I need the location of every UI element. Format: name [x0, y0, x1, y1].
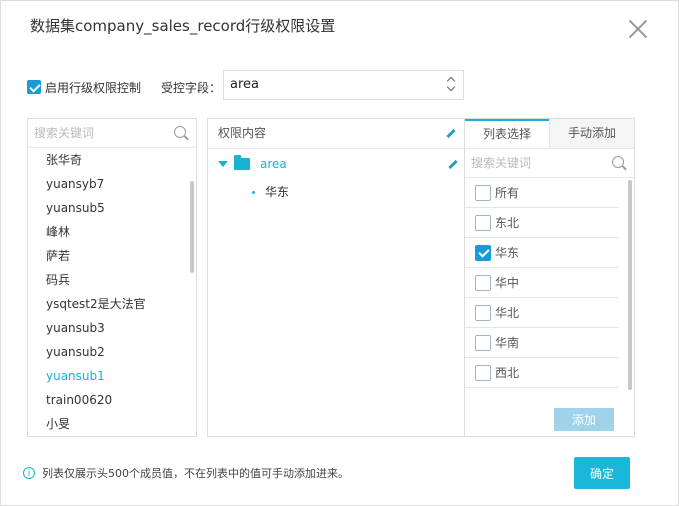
tab-manual-add[interactable]: 手动添加 — [549, 119, 634, 148]
option-label: 所有 — [495, 186, 520, 200]
option-checkbox[interactable] — [475, 304, 491, 321]
user-list-item[interactable]: yuansub5 — [28, 196, 196, 220]
option-label: 东北 — [495, 216, 520, 230]
folder-open-icon — [234, 155, 250, 170]
value-option[interactable]: 华北 — [465, 298, 619, 328]
confirm-button[interactable]: 确定 — [574, 457, 630, 489]
tree-node-root[interactable]: area — [218, 155, 287, 171]
option-label: 华北 — [495, 306, 520, 320]
footer-note-text: 列表仅展示头500个成员值，不在列表中的值可手动添加进来。 — [42, 467, 349, 480]
option-checkbox[interactable] — [475, 274, 491, 291]
option-checkbox[interactable] — [475, 214, 491, 231]
field-select[interactable]: area — [223, 70, 464, 100]
user-list-item[interactable]: ysqtest2是大法官 — [28, 292, 196, 316]
search-icon[interactable] — [612, 156, 624, 168]
close-icon[interactable] — [628, 19, 648, 39]
tab-list-select[interactable]: 列表选择 — [465, 119, 549, 148]
field-select-value: area — [230, 77, 259, 92]
user-list: 张华奇 yuansyb7 yuansub5 峰林 萨若 码兵 ysqtest2是大法官 yua… — [28, 148, 196, 436]
option-checkbox[interactable] — [475, 334, 491, 351]
value-option[interactable]: 西北 — [465, 358, 619, 388]
search-icon[interactable] — [174, 126, 186, 138]
permission-content-title: 权限内容 — [218, 126, 267, 140]
edit-node-icon[interactable] — [448, 159, 458, 170]
field-label: 受控字段： — [161, 80, 222, 95]
add-button[interactable]: 添加 — [554, 408, 614, 431]
user-list-panel: 张华奇yuansyb7yuansub5峰林萨若码兵ysqtest2是大法官yua… — [27, 118, 197, 437]
bullet-icon — [252, 191, 255, 194]
value-option[interactable]: 所有 — [465, 178, 619, 208]
user-search — [28, 119, 196, 148]
option-label: 华东 — [495, 246, 520, 260]
edit-icon[interactable] — [446, 128, 456, 139]
expand-caret-icon[interactable] — [218, 161, 228, 167]
tree-node-label: area — [260, 157, 287, 171]
value-option[interactable]: 华南 — [465, 328, 619, 358]
value-search-input[interactable] — [465, 149, 593, 177]
value-option[interactable]: 华东 — [465, 238, 619, 268]
value-option[interactable]: 华中 — [465, 268, 619, 298]
user-list-item[interactable]: 张华奇 — [28, 148, 196, 172]
tree-child-node[interactable]: 华东 — [252, 183, 289, 200]
footer-note: i 列表仅展示头500个成员值，不在列表中的值可手动添加进来。 — [23, 465, 349, 481]
value-selector-panel: 列表选择 手动添加 所有东北华东华中华北华南西北 添加 — [464, 118, 635, 437]
updown-arrow-icon — [447, 76, 455, 92]
info-icon: i — [23, 467, 35, 479]
enable-label: 启用行级权限控制 — [45, 80, 142, 95]
value-options: 所有东北华东华中华北华南西北 — [465, 178, 634, 394]
permission-content-panel: 权限内容 area 华东 — [207, 118, 465, 437]
user-list-scrollbar[interactable] — [190, 181, 194, 273]
user-list-item[interactable]: yuansub3 — [28, 316, 196, 340]
user-list-item[interactable]: yuansub1 — [28, 364, 196, 388]
tree-child-label: 华东 — [265, 185, 290, 199]
option-label: 西北 — [495, 366, 520, 380]
option-checkbox[interactable] — [475, 244, 491, 261]
value-options-scrollbar[interactable] — [628, 180, 632, 390]
option-label: 华南 — [495, 336, 520, 350]
option-label: 华中 — [495, 276, 520, 290]
user-search-input[interactable] — [28, 119, 156, 147]
option-checkbox[interactable] — [475, 184, 491, 201]
user-list-item[interactable]: yuansyb7 — [28, 172, 196, 196]
user-list-item[interactable]: train00620 — [28, 388, 196, 412]
dialog-title: 数据集company_sales_record行级权限设置 — [30, 17, 336, 35]
option-checkbox[interactable] — [475, 364, 491, 381]
row-permission-dialog: 数据集company_sales_record行级权限设置 启用行级权限控制 受… — [0, 0, 679, 506]
value-search — [465, 149, 634, 178]
selector-tabs: 列表选择 手动添加 — [465, 119, 634, 149]
user-list-item[interactable]: 萨若 — [28, 244, 196, 268]
enable-row: 启用行级权限控制 受控字段： — [27, 73, 221, 101]
value-option[interactable]: 东北 — [465, 208, 619, 238]
enable-checkbox[interactable] — [27, 80, 41, 94]
permission-content-header: 权限内容 — [208, 119, 464, 149]
user-list-item[interactable]: 峰林 — [28, 220, 196, 244]
user-list-item[interactable]: 小旻 — [28, 412, 196, 436]
user-list-item[interactable]: yuansub2 — [28, 340, 196, 364]
user-list-item[interactable]: 码兵 — [28, 268, 196, 292]
